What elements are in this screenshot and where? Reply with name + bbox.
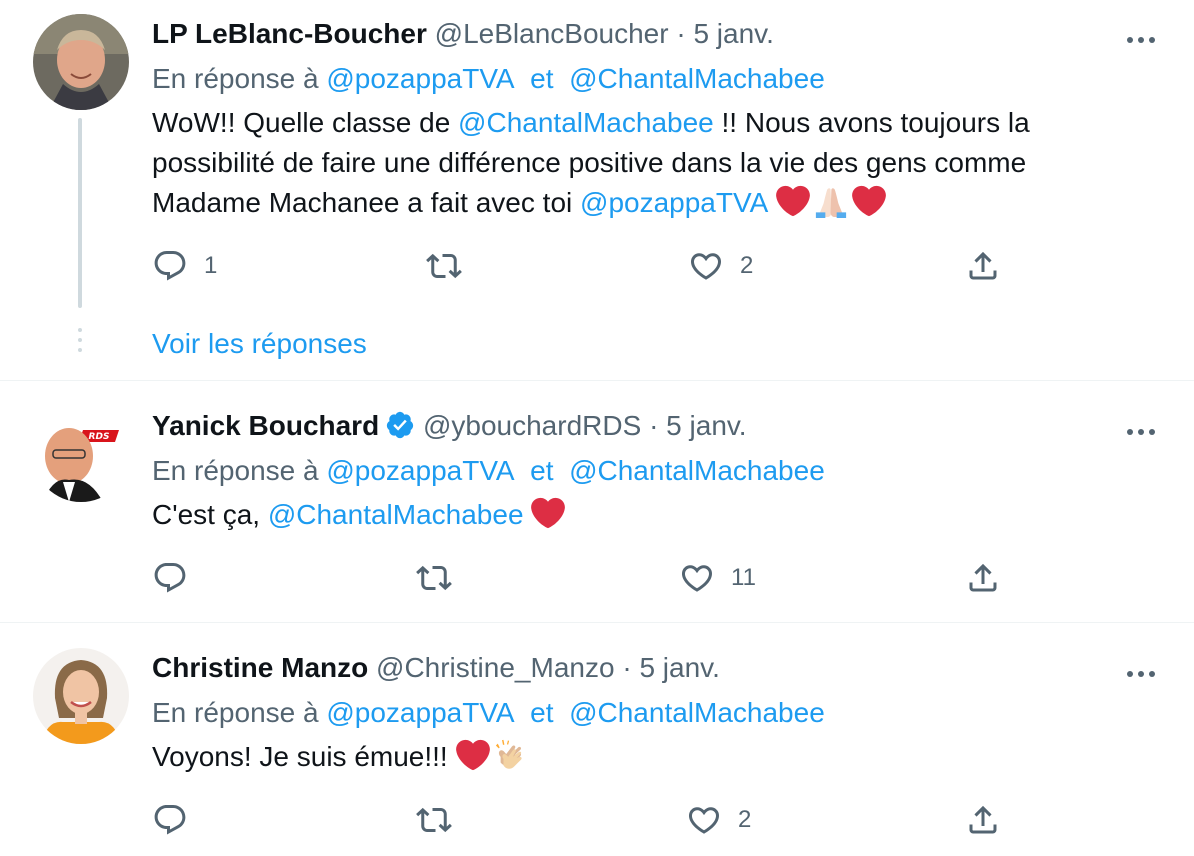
mention-link[interactable]: @ChantalMachabee [458,107,714,138]
display-name[interactable]: LP LeBlanc-Boucher [152,18,427,49]
like-button[interactable]: 2 [686,800,751,840]
like-count: 2 [740,252,754,279]
user-handle[interactable]: @LeBlancBoucher [435,18,669,49]
verified-badge-icon [385,410,415,440]
tweet-actions: 11 [150,558,1010,598]
like-button[interactable]: 11 [679,558,756,598]
retweet-button[interactable] [416,558,452,598]
reply-button[interactable] [152,558,188,598]
heart-icon [679,560,715,596]
more-options-icon[interactable] [1127,30,1161,43]
like-count: 2 [738,806,752,833]
more-options-icon[interactable] [1127,664,1161,677]
reply-count: 1 [204,252,218,279]
share-icon [965,248,1001,284]
separator: · [649,410,659,441]
replying-to: En réponse à @pozappaTVA et @ChantalMach… [152,453,825,489]
like-count: 11 [731,564,756,591]
replying-to: En réponse à @pozappaTVA et @ChantalMach… [152,695,825,731]
tweet-header: Christine Manzo @Christine_Manzo · 5 jan… [152,650,720,686]
mention-link[interactable]: @pozappaTVA [326,63,514,94]
share-icon [965,802,1001,838]
heart-icon [688,248,724,284]
avatar[interactable] [33,648,129,744]
retweet-icon [416,560,452,596]
reply-icon [152,560,188,596]
user-handle[interactable]: @Christine_Manzo [376,652,615,683]
reply-prefix: En réponse à [152,63,319,94]
separator: · [622,652,632,683]
tweet-date[interactable]: 5 janv. [666,410,746,441]
tweet-text: WoW!! Quelle classe de @ChantalMachabee … [152,103,1132,223]
tweet-date[interactable]: 5 janv. [639,652,719,683]
replying-to: En réponse à @pozappaTVA et @ChantalMach… [152,61,825,97]
display-name[interactable]: Christine Manzo [152,652,368,683]
heart-icon [686,802,722,838]
mention-link[interactable]: @pozappaTVA [326,697,514,728]
reply-icon [152,802,188,838]
mention-link[interactable]: @ChantalMachabee [569,697,825,728]
thread-dots [78,328,82,358]
share-button[interactable] [965,558,1001,598]
svg-text:RDS: RDS [89,432,110,442]
display-name[interactable]: Yanick Bouchard [152,410,379,441]
mention-link[interactable]: @pozappaTVA [326,455,514,486]
tweet-header: LP LeBlanc-Boucher @LeBlancBoucher · 5 j… [152,16,774,52]
see-replies-link[interactable]: Voir les réponses [152,326,367,362]
text-segment: Voyons! Je suis émue!!! [152,741,456,772]
avatar[interactable] [33,14,129,110]
reply-and: et [530,455,554,486]
mention-link[interactable]: @ChantalMachabee [569,63,825,94]
clapping-hands-emoji [494,738,528,772]
tweet-text: Voyons! Je suis émue!!! [152,737,1132,777]
tweet-date[interactable]: 5 janv. [693,18,773,49]
user-handle[interactable]: @ybouchardRDS [423,410,641,441]
red-heart-emoji [852,184,886,218]
retweet-button[interactable] [416,800,452,840]
mention-link[interactable]: @ChantalMachabee [268,499,524,530]
reply-and: et [530,697,554,728]
red-heart-emoji [531,496,565,530]
like-button[interactable]: 2 [688,246,753,286]
reply-and: et [530,63,554,94]
red-heart-emoji [456,738,490,772]
retweet-button[interactable] [426,246,462,286]
thread-connector [78,118,82,308]
tweet-actions: 2 [150,800,1010,840]
mention-link[interactable]: @ChantalMachabee [569,455,825,486]
tweet-text: C'est ça, @ChantalMachabee [152,495,1132,535]
tweet-header: Yanick Bouchard @ybouchardRDS · 5 janv. [152,408,747,444]
reply-prefix: En réponse à [152,455,319,486]
red-heart-emoji [776,184,810,218]
text-segment: WoW!! Quelle classe de [152,107,459,138]
share-button[interactable] [965,246,1001,286]
avatar[interactable]: RDS [33,406,129,502]
reply-prefix: En réponse à [152,697,319,728]
reply-button[interactable] [152,800,188,840]
divider [0,380,1194,381]
tweet-actions: 1 2 [150,246,1010,286]
text-segment: C'est ça, [152,499,268,530]
mention-link[interactable]: @pozappaTVA [580,187,768,218]
retweet-icon [416,802,452,838]
more-options-icon[interactable] [1127,422,1161,435]
divider [0,622,1194,623]
reply-button[interactable]: 1 [152,246,217,286]
separator: · [676,18,686,49]
share-button[interactable] [965,800,1001,840]
share-icon [965,560,1001,596]
reply-icon [152,248,188,284]
retweet-icon [426,248,462,284]
folded-hands-emoji [814,184,848,218]
